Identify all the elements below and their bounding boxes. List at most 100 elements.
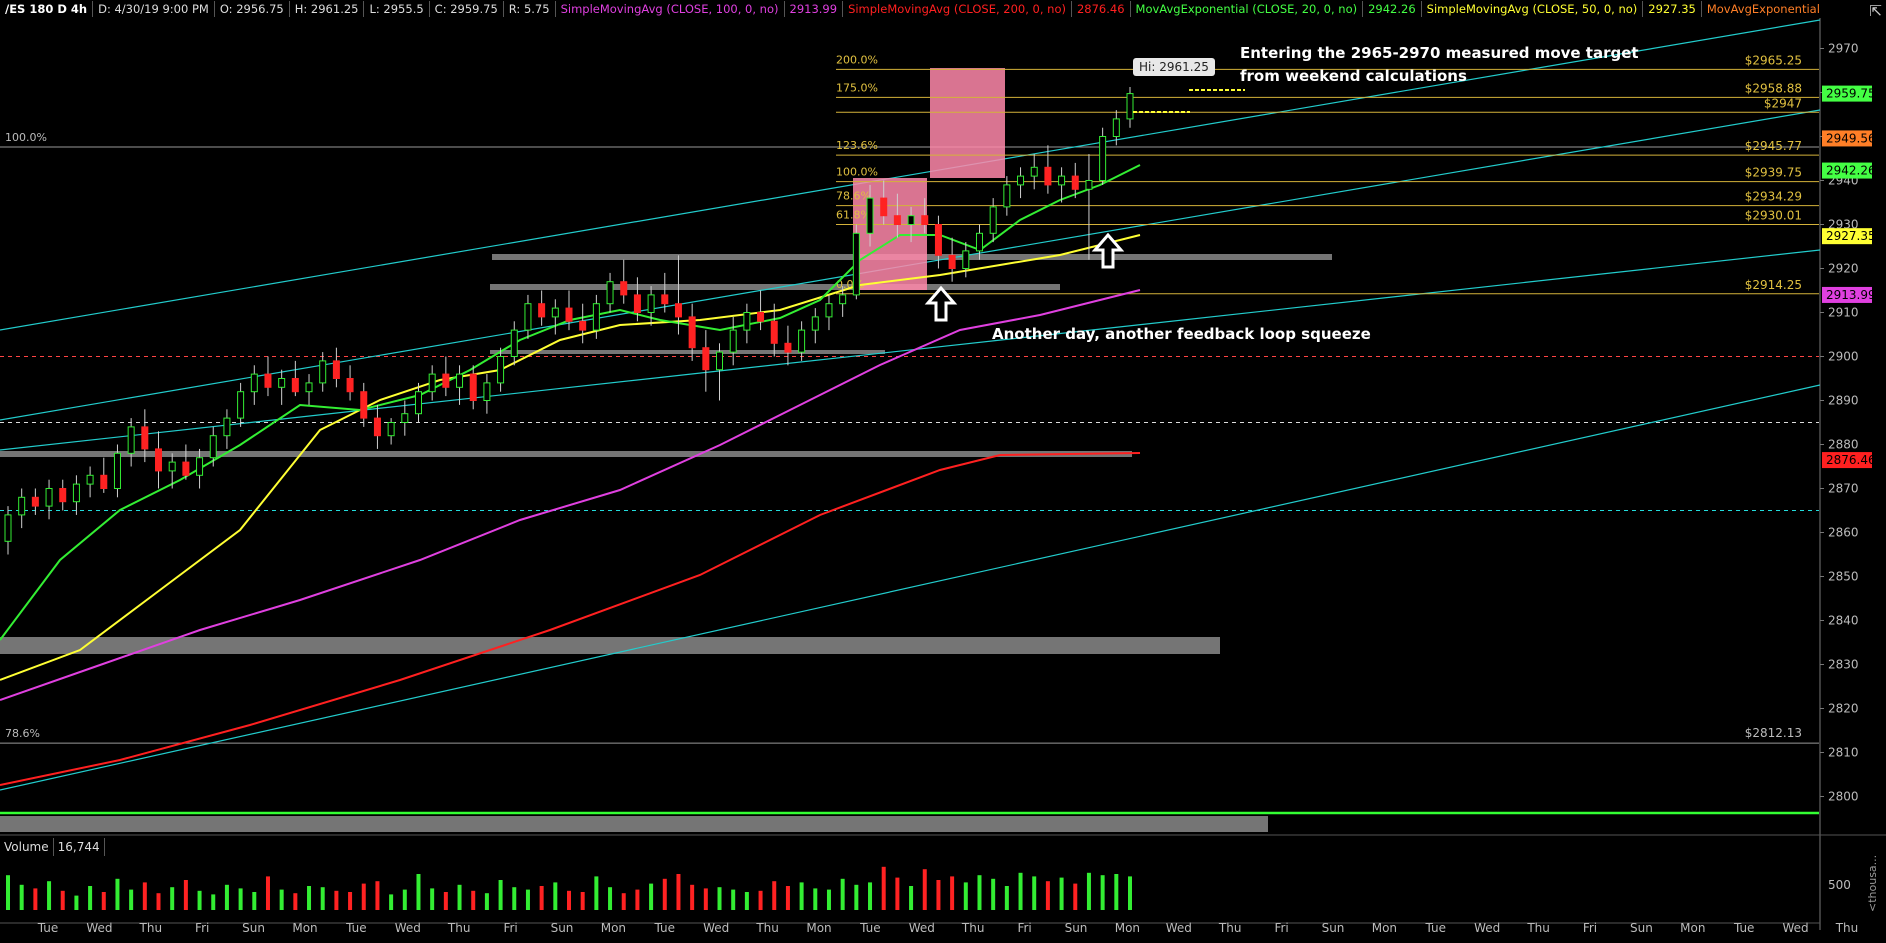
candle-body <box>811 316 819 331</box>
volume-bar <box>950 876 955 910</box>
volume-bar <box>991 878 996 910</box>
volume-bar <box>443 892 448 910</box>
candle-body <box>250 373 258 393</box>
time-tick: Mon <box>806 921 831 935</box>
chart-menu-icon[interactable]: ⇱ <box>1869 2 1882 20</box>
volume-bar <box>881 866 886 910</box>
candle-body <box>387 422 395 437</box>
candle-body <box>223 417 231 437</box>
study-label-2[interactable]: MovAvgExponential (CLOSE, 20, 0, no) <box>1131 1 1364 17</box>
volume-bar <box>525 889 530 910</box>
candle-body <box>729 329 737 353</box>
time-tick: Thu <box>139 921 163 935</box>
study-label-1[interactable]: SimpleMovingAvg (CLOSE, 200, 0, no) <box>843 1 1072 17</box>
candle-body <box>127 426 135 454</box>
big-fib-label: 100.0% <box>5 131 47 144</box>
candle-body <box>538 303 546 318</box>
candle-body <box>113 452 121 489</box>
volume-bar <box>252 892 257 910</box>
volume-bar <box>826 889 831 910</box>
price-chart[interactable]: 2970296029502940293029202910290028902880… <box>0 0 1886 943</box>
volume-bar <box>690 884 695 910</box>
fib-price-label: $2914.25 <box>1745 278 1802 292</box>
candle-body <box>907 215 915 225</box>
volume-bar <box>785 886 790 910</box>
time-tick: Sun <box>242 921 265 935</box>
big-fib-label: 78.6% <box>5 727 40 740</box>
volume-bar <box>348 892 353 910</box>
candle-body <box>866 197 874 234</box>
volume-bar <box>211 894 216 910</box>
volume-bar <box>430 888 435 910</box>
candle-body <box>852 232 860 296</box>
volume-bar <box>33 888 38 910</box>
candle-body <box>1003 184 1011 208</box>
volume-bar <box>307 886 312 910</box>
target-annotation-line2: from weekend calculations <box>1240 67 1467 85</box>
fib-price-label: $2939.75 <box>1745 166 1802 180</box>
time-tick: Thu <box>755 921 779 935</box>
volume-bar <box>361 883 366 910</box>
time-tick: Wed <box>1474 921 1500 935</box>
fib-pct-label: 61.8% <box>836 208 871 221</box>
volume-bar <box>703 888 708 910</box>
candle-body <box>592 303 600 331</box>
candle-body <box>31 496 39 507</box>
candle-body <box>688 316 696 349</box>
volume-bar <box>183 880 188 910</box>
candle-body <box>1085 180 1093 190</box>
time-tick: Fri <box>1583 921 1597 935</box>
candle-body <box>209 435 217 459</box>
price-tick: 2820 <box>1828 702 1859 716</box>
candle-body <box>620 281 628 296</box>
volume-bar <box>539 886 544 910</box>
volume-bar <box>60 890 65 910</box>
candle-body <box>647 294 655 313</box>
support-band <box>0 816 1268 832</box>
price-tick: 2800 <box>1828 790 1859 804</box>
price-badge-value: 2913.99 <box>1826 288 1876 302</box>
sma50-line <box>0 234 1141 681</box>
candle-body <box>674 303 682 318</box>
fib-price-label: $2958.88 <box>1745 81 1802 95</box>
candle-body <box>278 378 286 388</box>
squeeze-annotation: Another day, another feedback loop squee… <box>992 325 1371 343</box>
candle-body <box>743 312 751 331</box>
candle-body <box>1044 166 1052 186</box>
time-tick: Wed <box>1166 921 1192 935</box>
study-label-0[interactable]: SimpleMovingAvg (CLOSE, 100, 0, no) <box>556 1 785 17</box>
volume-bar <box>512 887 517 910</box>
volume-bar <box>1032 876 1037 910</box>
support-band <box>490 350 885 354</box>
study-label-3[interactable]: SimpleMovingAvg (CLOSE, 50, 0, no) <box>1422 1 1644 17</box>
time-tick: Fri <box>1274 921 1288 935</box>
candle-body <box>948 254 956 270</box>
volume-bar <box>813 888 818 910</box>
up-arrow-icon <box>924 285 958 322</box>
volume-bar <box>416 874 421 910</box>
volume-bar <box>553 882 558 910</box>
candle-body <box>757 312 765 322</box>
candle-body <box>456 373 464 388</box>
volume-bar <box>224 884 229 910</box>
candle-body <box>989 206 997 234</box>
fib-price-label: $2930.01 <box>1745 208 1802 222</box>
time-tick: Thu <box>1526 921 1550 935</box>
volume-bar <box>197 890 202 910</box>
volume-header: Volume 16,744 <box>0 838 105 856</box>
volume-bar <box>649 883 654 910</box>
candle-body <box>141 426 149 450</box>
volume-bar <box>772 881 777 910</box>
price-tick: 2880 <box>1828 438 1859 452</box>
low-label: L: 2955.5 <box>364 1 430 17</box>
candle-body <box>551 307 559 318</box>
time-tick: Tue <box>1425 921 1447 935</box>
candle-body <box>100 474 108 489</box>
study-label-4[interactable]: MovAvgExponential ... <box>1702 1 1820 17</box>
price-badge-value: 2876.46 <box>1826 453 1876 467</box>
candle-body <box>264 373 272 388</box>
study-legend[interactable]: SimpleMovingAvg (CLOSE, 100, 0, no) 2913.… <box>556 1 1820 17</box>
time-tick: Wed <box>909 921 935 935</box>
symbol-label[interactable]: /ES 180 D 4h <box>0 1 94 17</box>
price-tick: 2890 <box>1828 394 1859 408</box>
